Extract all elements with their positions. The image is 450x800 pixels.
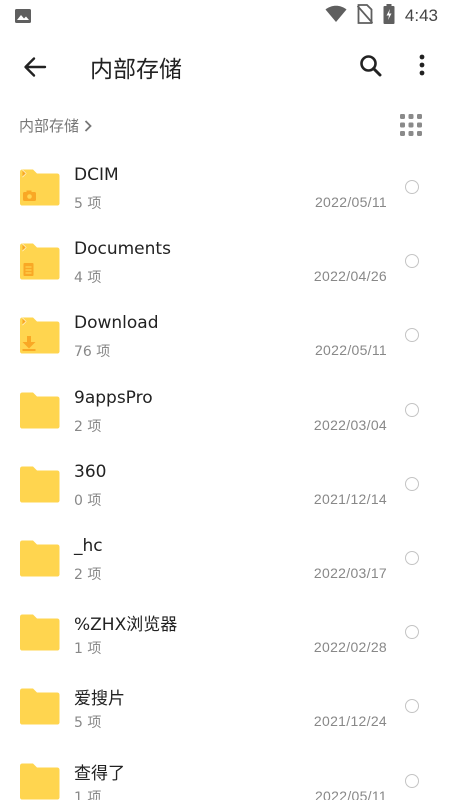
- list-item[interactable]: Download 76 项 2022/05/11: [0, 298, 450, 372]
- list-item[interactable]: 爱搜片 5 项 2021/12/24: [0, 669, 450, 743]
- list-item[interactable]: Documents 4 项 2022/04/26: [0, 224, 450, 298]
- download-folder-icon: [19, 316, 60, 354]
- item-count: 2 项: [74, 566, 102, 583]
- more-vert-icon: [419, 54, 425, 76]
- file-name: 爱搜片: [74, 689, 125, 710]
- file-name: 查得了: [74, 763, 125, 784]
- search-button[interactable]: [357, 52, 385, 80]
- modified-date: 2021/12/14: [313, 490, 387, 507]
- item-count: 0 项: [74, 492, 102, 509]
- status-bar: 4:43: [0, 0, 450, 32]
- file-name: 9appsPro: [74, 387, 153, 408]
- select-radio[interactable]: [405, 476, 419, 491]
- file-name: Documents: [74, 239, 171, 260]
- item-count: 76 项: [74, 344, 111, 361]
- list-item[interactable]: 查得了 1 项 2022/05/11: [0, 744, 450, 800]
- select-radio[interactable]: [405, 254, 419, 269]
- list-item[interactable]: DCIM 5 项 2022/05/11: [0, 150, 450, 224]
- folder-icon: [19, 762, 60, 800]
- list-item[interactable]: 360 0 项 2021/12/14: [0, 447, 450, 521]
- modified-date: 2022/05/11: [314, 787, 387, 800]
- back-button[interactable]: [20, 52, 50, 82]
- file-list: DCIM 5 项 2022/05/11 Documents 4 项 2022/0…: [0, 150, 450, 800]
- modified-date: 2021/12/24: [313, 713, 387, 730]
- folder-icon: [19, 687, 60, 725]
- modified-date: 2022/02/28: [313, 639, 387, 656]
- grid-view-button[interactable]: [398, 112, 424, 138]
- camera-folder-icon: [19, 168, 60, 206]
- wifi-icon: [325, 5, 347, 28]
- select-radio[interactable]: [405, 699, 419, 714]
- list-item[interactable]: _hc 2 项 2022/03/17: [0, 521, 450, 595]
- breadcrumb[interactable]: 内部存储: [19, 115, 93, 136]
- modified-date: 2022/04/26: [313, 268, 387, 285]
- modified-date: 2022/03/17: [313, 564, 387, 581]
- item-count: 2 项: [74, 418, 102, 435]
- item-count: 4 项: [74, 270, 102, 287]
- folder-icon: [19, 465, 60, 503]
- no-sim-icon: [356, 3, 374, 29]
- breadcrumb-item-label: 内部存储: [19, 117, 80, 135]
- page-title: 内部存储: [90, 57, 182, 83]
- file-name: %ZHX浏览器: [74, 615, 178, 636]
- list-item[interactable]: 9appsPro 2 项 2022/03/04: [0, 373, 450, 447]
- file-name: DCIM: [74, 165, 119, 185]
- chevron-right-icon: [84, 119, 92, 132]
- battery-charging-icon: [383, 3, 395, 29]
- file-name: Download: [74, 313, 159, 334]
- clock: 4:43: [404, 6, 438, 25]
- toolbar: 内部存储: [0, 32, 450, 100]
- search-icon: [360, 55, 382, 77]
- item-count: 5 项: [74, 715, 102, 732]
- arrow-back-icon: [24, 57, 47, 77]
- item-count: 1 项: [74, 789, 102, 800]
- file-name: _hc: [74, 535, 103, 556]
- file-name: 360: [74, 461, 107, 482]
- modified-date: 2022/05/11: [314, 342, 387, 359]
- list-item[interactable]: %ZHX浏览器 1 项 2022/02/28: [0, 595, 450, 669]
- item-count: 5 项: [74, 196, 102, 212]
- image-notification-icon: [14, 7, 32, 30]
- select-radio[interactable]: [405, 402, 419, 417]
- folder-icon: [19, 391, 60, 429]
- select-radio[interactable]: [405, 180, 419, 194]
- document-folder-icon: [19, 242, 60, 280]
- modified-date: 2022/05/11: [314, 194, 387, 210]
- select-radio[interactable]: [405, 328, 419, 343]
- folder-icon: [19, 539, 60, 577]
- select-radio[interactable]: [405, 625, 419, 640]
- breadcrumb-bar: 内部存储: [0, 110, 450, 140]
- folder-icon: [19, 613, 60, 651]
- grid-view-icon: [400, 114, 422, 136]
- item-count: 1 项: [74, 641, 102, 658]
- select-radio[interactable]: [405, 550, 419, 565]
- select-radio[interactable]: [405, 773, 419, 788]
- modified-date: 2022/03/04: [313, 416, 387, 433]
- more-options-button[interactable]: [412, 52, 432, 80]
